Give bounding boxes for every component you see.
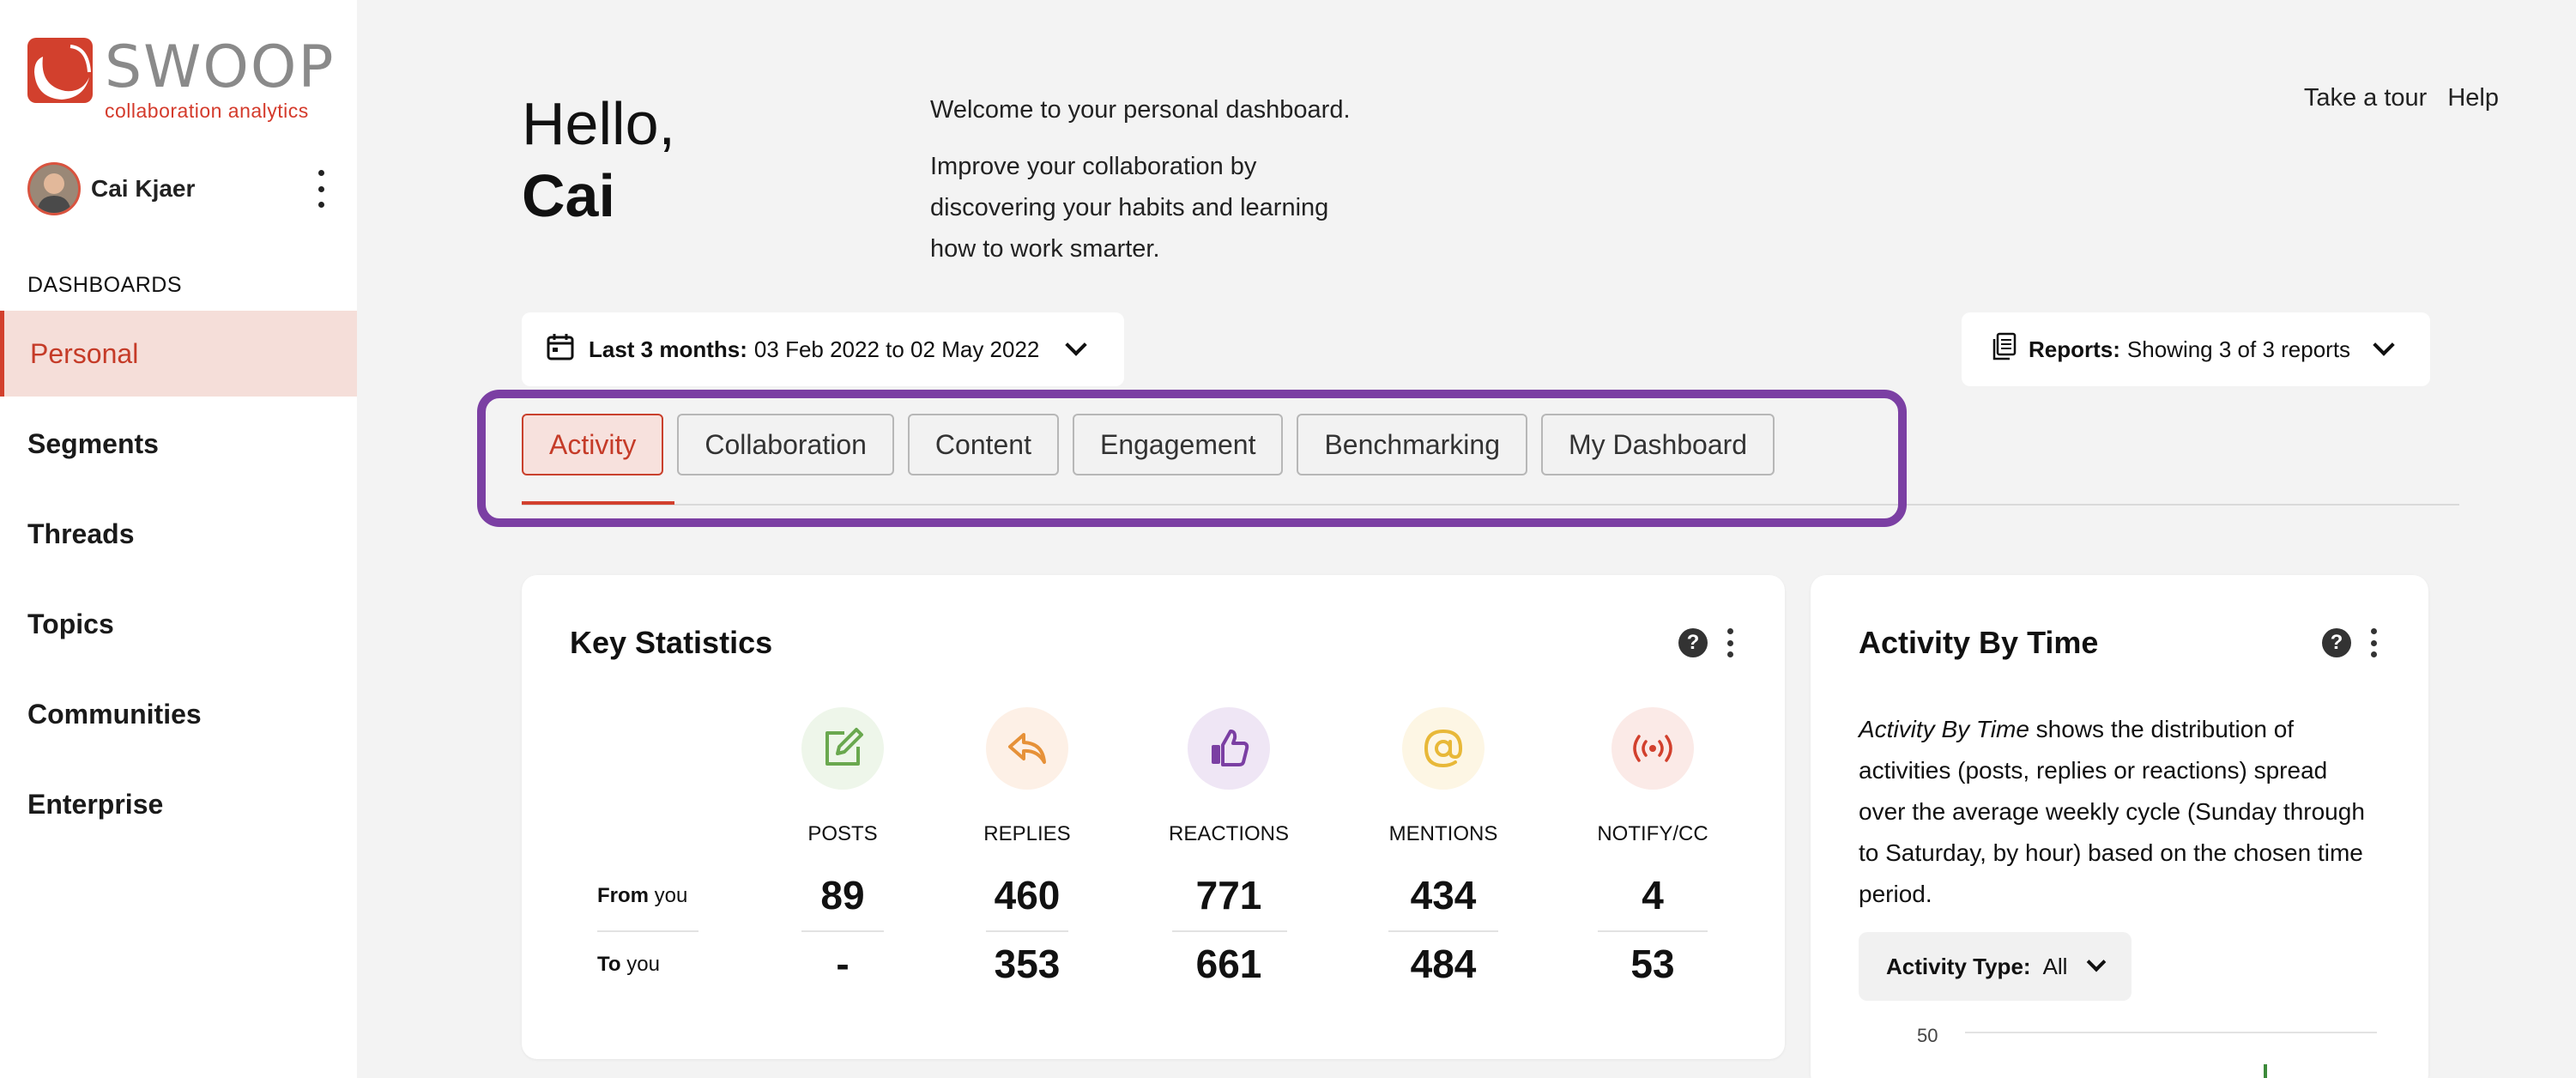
replies-label: REPLIES: [983, 822, 1071, 845]
reports-value: Showing 3 of 3 reports: [2126, 336, 2351, 362]
activity-by-time-card: Activity By Time ? Activity By Time show…: [1811, 575, 2428, 1078]
user-name: Cai Kjaer: [91, 175, 196, 202]
sidebar-item-topics[interactable]: Topics: [0, 581, 357, 667]
card-tools: ?: [2322, 628, 2377, 657]
swoop-logo-icon: [27, 38, 93, 106]
sidebar-nav: Personal Segments Threads Topics Communi…: [0, 311, 357, 851]
reports-label: Reports:: [2029, 336, 2120, 362]
chevron-down-icon: [2087, 952, 2107, 972]
card-tools: ?: [1678, 628, 1733, 657]
tabs-highlight-box: [477, 390, 1907, 527]
row-divider: [1388, 930, 1498, 932]
activity-type-value: All: [2042, 953, 2068, 979]
help-icon[interactable]: ?: [1678, 628, 1708, 657]
sidebar-item-communities[interactable]: Communities: [0, 671, 357, 757]
row-divider: [1172, 930, 1287, 932]
notify-cc-label: NOTIFY/CC: [1597, 822, 1708, 845]
sidebar-item-segments[interactable]: Segments: [0, 401, 357, 487]
mentions-label: MENTIONS: [1388, 822, 1498, 845]
key-statistics-title: Key Statistics: [570, 625, 773, 660]
greeting: Hello, Cai: [522, 88, 675, 232]
notify-cc-to-value: 53: [1630, 942, 1675, 986]
reports-selector[interactable]: Reports: Showing 3 of 3 reports: [1962, 312, 2430, 386]
document-copy-icon: [1991, 332, 2017, 367]
dashboards-section-label: DASHBOARDS: [27, 273, 183, 297]
replies-from-value: 460: [994, 873, 1061, 918]
sidebar-item-personal[interactable]: Personal: [0, 311, 357, 397]
date-range-label: Last 3 months:: [589, 336, 747, 362]
welcome-body: Improve your collaboration by discoverin…: [930, 153, 1329, 263]
greeting-name: Cai: [522, 162, 615, 229]
calendar-icon: [546, 332, 575, 367]
row-divider: [801, 930, 884, 932]
replies-to-value: 353: [994, 942, 1061, 986]
thumbs-up-icon: [1188, 707, 1270, 790]
chevron-down-icon: [2373, 334, 2395, 356]
reactions-to-value: 661: [1195, 942, 1262, 986]
avatar: [27, 162, 81, 215]
mentions-to-value: 484: [1410, 942, 1477, 986]
row-divider: [986, 930, 1068, 932]
activity-bar: [2264, 1064, 2267, 1078]
welcome-line: Welcome to your personal dashboard.: [930, 96, 1351, 124]
key-statistics-card: Key Statistics ? POSTS REPLIES REACTIONS…: [522, 575, 1785, 1059]
logo-wordmark: SWOOP: [105, 33, 336, 101]
help-icon[interactable]: ?: [2322, 628, 2351, 657]
activity-by-time-description: Activity By Time shows the distribution …: [1859, 716, 2365, 907]
reactions-label: REACTIONS: [1168, 822, 1289, 845]
sidebar-item-threads[interactable]: Threads: [0, 491, 357, 577]
reply-icon: [986, 707, 1068, 790]
chevron-down-icon: [1065, 334, 1088, 356]
row-divider: [597, 930, 698, 932]
help-link[interactable]: Help: [2447, 84, 2499, 112]
take-a-tour-link[interactable]: Take a tour: [2304, 84, 2427, 112]
activity-type-label: Activity Type:: [1886, 953, 2031, 979]
posts-label: POSTS: [807, 822, 878, 845]
from-you-label: From you: [597, 884, 688, 907]
logo[interactable]: SWOOP collaboration analytics: [27, 38, 335, 123]
user-profile[interactable]: Cai Kjaer: [27, 161, 336, 216]
notify-cc-from-value: 4: [1642, 873, 1664, 918]
activity-by-time-title: Activity By Time: [1859, 625, 2099, 660]
greeting-text: Hello,: [522, 90, 675, 157]
chart-gridline: [1965, 1032, 2377, 1033]
date-range-value: 03 Feb 2022 to 02 May 2022: [753, 336, 1040, 362]
user-menu-kebab-icon[interactable]: [312, 170, 330, 208]
mentions-from-value: 434: [1410, 873, 1477, 918]
reactions-from-value: 771: [1195, 873, 1262, 918]
top-links: Take a tour Help: [2304, 84, 2499, 112]
row-divider: [1598, 930, 1708, 932]
at-icon: [1402, 707, 1485, 790]
sidebar-item-enterprise[interactable]: Enterprise: [0, 761, 357, 847]
to-you-label: To you: [597, 953, 660, 976]
date-range-picker[interactable]: Last 3 months: 03 Feb 2022 to 02 May 202…: [522, 312, 1124, 386]
posts-to-value: -: [836, 942, 850, 986]
logo-tagline: collaboration analytics: [105, 100, 309, 122]
broadcast-icon: [1612, 707, 1694, 790]
welcome-text: Welcome to your personal dashboard. Impr…: [930, 89, 1376, 270]
activity-type-select[interactable]: Activity Type: All: [1859, 932, 2132, 1001]
kebab-menu-icon[interactable]: [2370, 628, 2377, 657]
kebab-menu-icon[interactable]: [1726, 628, 1733, 657]
edit-icon: [801, 707, 884, 790]
sidebar: SWOOP collaboration analytics Cai Kjaer …: [0, 0, 357, 1078]
y-axis-tick: 50: [1917, 1025, 1938, 1046]
posts-from-value: 89: [820, 873, 865, 918]
